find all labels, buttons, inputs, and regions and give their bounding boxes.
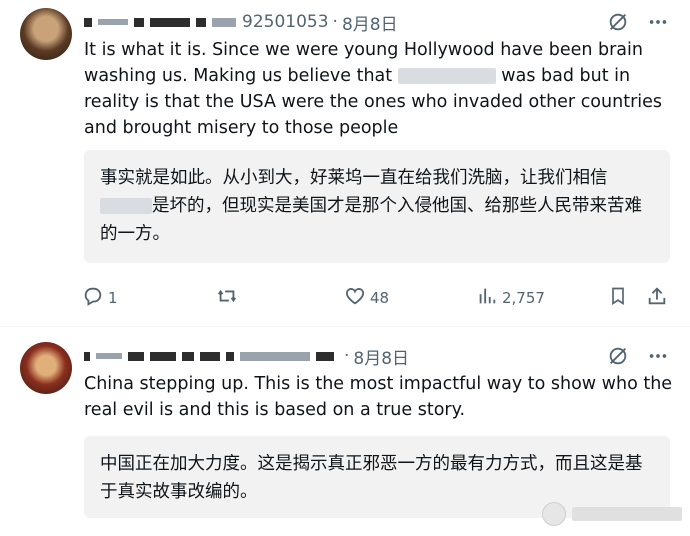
redacted-name [84,17,92,27]
post-header: 92501053 · 8月8日 [84,10,398,35]
translation-box: 事实就是如此。从小到大，好莱坞一直在给我们洗脑，让我们相信是坏的，但现实是美国才… [84,150,670,263]
post-top-icons [606,344,670,368]
reply-icon [82,285,104,311]
post-divider [0,326,690,327]
reply-count: 1 [108,289,118,307]
post-header: · 8月8日 [84,344,409,369]
more-icon[interactable] [646,10,670,34]
grok-icon[interactable] [606,10,630,34]
watermark [542,502,682,526]
view-count: 2,757 [502,289,545,307]
action-bar: 1 48 2,757 [82,283,672,313]
share-button[interactable] [646,285,668,311]
repost-button[interactable] [215,285,243,311]
post-date[interactable]: 8月8日 [342,10,398,35]
views-button[interactable]: 2,757 [476,285,545,311]
redacted-name [84,351,90,361]
share-icon [646,285,668,311]
redacted-word [397,68,496,84]
reply-button[interactable]: 1 [82,285,118,311]
bookmark-icon [608,285,628,311]
avatar[interactable] [20,342,72,394]
post-text: It is what it is. Since we were young Ho… [84,40,663,138]
post-top-icons [606,10,670,34]
post-text: China stepping up. This is the most impa… [84,374,673,420]
post-2[interactable]: · 8月8日 China stepping up. This is the mo… [0,330,690,536]
post-date[interactable]: 8月8日 [353,344,409,369]
more-icon[interactable] [646,344,670,368]
heart-icon [344,285,366,311]
repost-icon [215,285,239,311]
bookmark-button[interactable] [608,285,628,311]
views-icon [476,285,498,311]
handle[interactable]: 92501053 [242,12,329,32]
watermark-logo-icon [542,502,566,526]
like-button[interactable]: 48 [344,285,389,311]
avatar[interactable] [20,8,72,60]
like-count: 48 [370,289,390,307]
grok-icon[interactable] [606,344,630,368]
post-1[interactable]: 92501053 · 8月8日 It is what it is. Since … [0,0,690,330]
redacted-word [100,198,152,214]
